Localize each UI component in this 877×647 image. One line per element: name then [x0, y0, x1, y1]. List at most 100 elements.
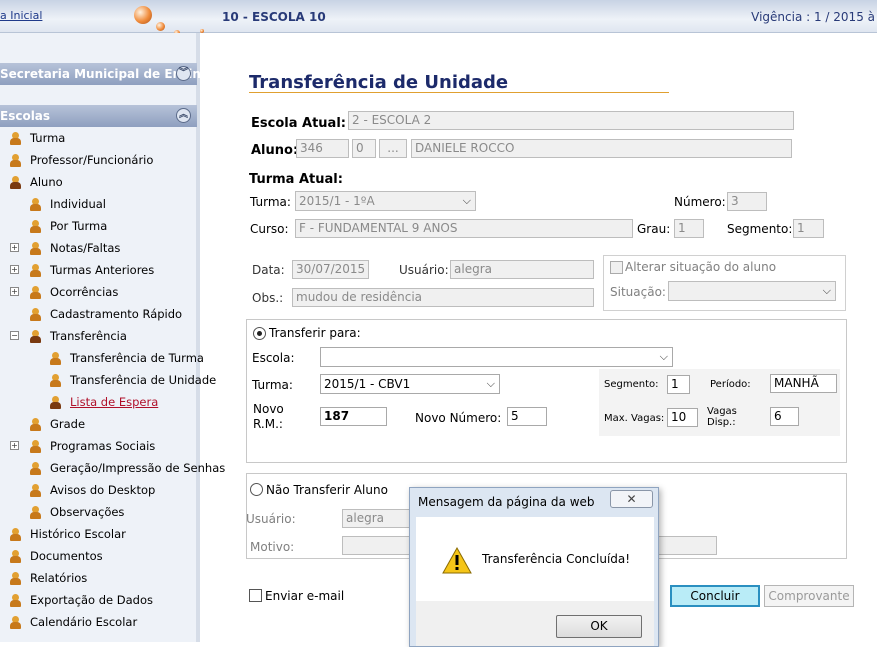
section-secretaria[interactable]: Secretaria Municipal de Ensino ︾: [0, 63, 209, 85]
user-icon: [30, 220, 42, 233]
ok-button[interactable]: OK: [556, 615, 642, 638]
title-underline: [249, 92, 669, 93]
close-button[interactable]: ✕: [610, 490, 653, 508]
chevron-down-icon: ⌵: [822, 284, 831, 297]
collapse-toggle-icon[interactable]: −: [10, 331, 19, 340]
turma-label: Turma:: [250, 195, 291, 209]
school-name: 10 - ESCOLA 10: [222, 10, 326, 24]
situacao-select[interactable]: ⌵: [668, 281, 836, 301]
alterar-situacao-label: Alterar situação do aluno: [625, 260, 777, 274]
chevron-down-icon: ⌵: [462, 194, 471, 207]
periodo-field: MANHÃ: [770, 374, 837, 393]
vigencia-label: Vigência : 1 / 2015 à: [751, 10, 875, 24]
situacao-label: Situação:: [610, 285, 666, 299]
grau-label: Grau:: [637, 222, 671, 236]
chevron-down-icon: ⌵: [659, 350, 668, 363]
segmento-destino-label: Segmento:: [604, 379, 659, 390]
expand-toggle-icon[interactable]: +: [10, 441, 19, 450]
user-icon: [30, 242, 42, 255]
max-vagas-field: 10: [667, 408, 698, 427]
close-icon: ✕: [626, 492, 637, 506]
alterar-situacao-checkbox[interactable]: [610, 261, 623, 274]
segmento-field: 1: [793, 219, 824, 238]
user-icon: [30, 308, 42, 321]
user-icon: [10, 616, 22, 629]
nao-transferir-label: Não Transferir Aluno: [266, 483, 388, 497]
nao-transferir-usuario-field: alegra: [342, 509, 412, 528]
alert-dialog: Mensagem da página da web ✕ Transferênci…: [409, 487, 659, 647]
user-icon: [50, 352, 62, 365]
aluno-label: Aluno:: [251, 143, 299, 158]
novo-numero-field[interactable]: 5: [507, 407, 547, 426]
section-escolas-label: Escolas: [0, 109, 51, 123]
expand-toggle-icon[interactable]: +: [10, 243, 19, 252]
expand-icon[interactable]: ︽: [176, 108, 191, 123]
user-icon: [30, 462, 42, 475]
max-vagas-label: Max. Vagas:: [604, 413, 665, 424]
dialog-title: Mensagem da página da web: [418, 495, 595, 509]
user-icon: [30, 440, 42, 453]
novo-rm-field[interactable]: 187: [320, 407, 387, 426]
vagas-disp-label: Vagas Disp.:: [707, 406, 737, 428]
comprovante-button[interactable]: Comprovante: [764, 585, 854, 607]
novo-rm-label: Novo R.M.:: [253, 402, 284, 431]
turma-atual-select: 2015/1 - 1ºA ⌵: [295, 191, 476, 211]
nao-transferir-radio[interactable]: [250, 483, 263, 496]
dialog-message: Transferência Concluída!: [482, 552, 631, 566]
dialog-body: Transferência Concluída!: [416, 517, 654, 601]
home-link[interactable]: a Inicial: [0, 9, 42, 22]
dialog-footer: OK: [416, 601, 654, 646]
turma-atual-label: Turma Atual:: [249, 172, 343, 187]
turma-destino-label: Turma:: [252, 378, 293, 392]
user-icon: [30, 198, 42, 211]
escola-atual-field: 2 - ESCOLA 2: [348, 111, 794, 130]
usuario-label: Usuário:: [399, 263, 449, 277]
section-escolas[interactable]: Escolas ︽: [0, 105, 197, 127]
warning-icon: [442, 547, 472, 574]
top-bar: a Inicial 10 - ESCOLA 10 Vigência : 1 / …: [0, 0, 877, 41]
turma-destino-select[interactable]: 2015/1 - CBV1 ⌵: [320, 374, 500, 394]
user-icon: [50, 396, 62, 409]
user-icon: [10, 550, 22, 563]
user-icon: [10, 176, 22, 189]
segmento-destino-field: 1: [667, 375, 690, 394]
nao-transferir-usuario-label: Usuário:: [246, 512, 296, 526]
user-icon: [30, 264, 42, 277]
user-icon: [30, 418, 42, 431]
enviar-email-checkbox[interactable]: [249, 589, 262, 602]
user-icon: [10, 132, 22, 145]
user-icon: [50, 374, 62, 387]
user-icon: [30, 286, 42, 299]
grau-field: 1: [674, 219, 704, 238]
segmento-label: Segmento:: [727, 222, 793, 236]
concluir-button[interactable]: Concluir: [670, 585, 760, 607]
motivo-label: Motivo:: [250, 540, 295, 554]
obs-label: Obs.:: [252, 291, 284, 305]
collapse-icon[interactable]: ︾: [176, 66, 191, 81]
obs-field: mudou de residência: [292, 288, 594, 307]
transferir-radio[interactable]: [253, 327, 266, 340]
user-icon: [30, 506, 42, 519]
novo-numero-label: Novo Número:: [415, 411, 502, 425]
data-field: 30/07/2015: [292, 260, 369, 279]
user-icon: [10, 528, 22, 541]
transferir-label: Transferir para:: [269, 326, 361, 340]
page-title: Transferência de Unidade: [249, 72, 509, 93]
numero-field: 3: [727, 192, 767, 211]
curso-field: F - FUNDAMENTAL 9 ANOS: [295, 219, 633, 238]
periodo-label: Período:: [710, 379, 751, 390]
curso-label: Curso:: [250, 222, 289, 236]
aluno-digit-field: 0: [352, 139, 376, 158]
escola-atual-label: Escola Atual:: [251, 116, 346, 131]
enviar-email-label: Enviar e-mail: [265, 589, 345, 603]
expand-toggle-icon[interactable]: +: [10, 265, 19, 274]
aluno-nome-field: DANIELE ROCCO: [411, 139, 792, 158]
aluno-search-button[interactable]: ...: [379, 139, 407, 158]
usuario-field: alegra: [450, 260, 594, 279]
numero-label: Número:: [674, 195, 726, 209]
user-icon: [30, 330, 42, 343]
escola-select[interactable]: ⌵: [320, 347, 673, 367]
expand-toggle-icon[interactable]: +: [10, 287, 19, 296]
user-icon: [10, 594, 22, 607]
sidebar: Secretaria Municipal de Ensino ︾ Escolas…: [0, 33, 225, 642]
